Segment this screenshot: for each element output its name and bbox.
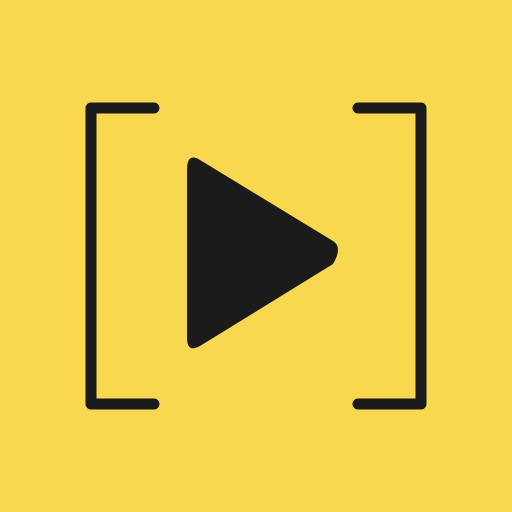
app-icon[interactable] (0, 0, 512, 512)
app-icon-graphic (0, 0, 512, 512)
